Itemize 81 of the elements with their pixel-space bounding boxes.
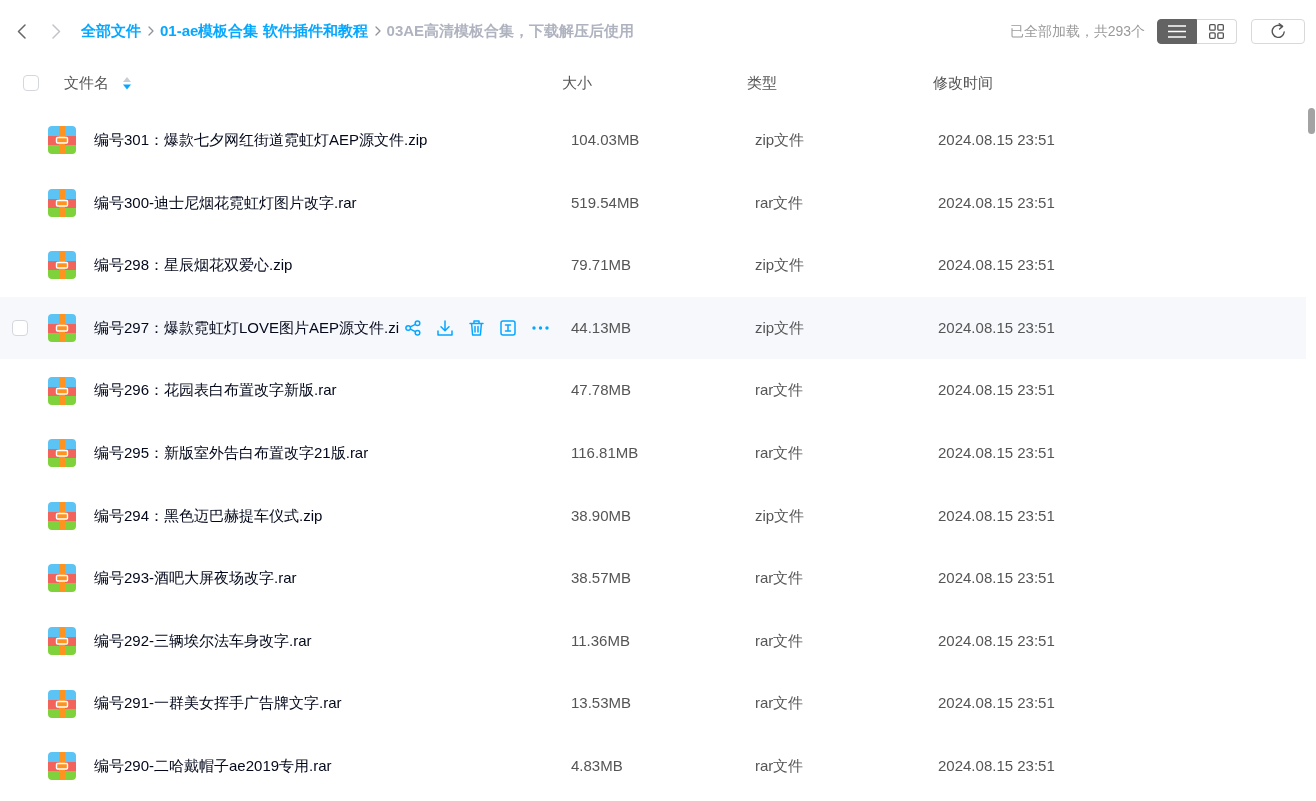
- refresh-button[interactable]: [1251, 18, 1305, 44]
- file-size: 519.54MB: [571, 193, 640, 211]
- archive-icon: [48, 314, 76, 343]
- file-type: rar文件: [755, 631, 804, 649]
- file-name[interactable]: 编号291-一群美女挥手广告牌文字.rar: [94, 692, 342, 715]
- modified-time: 2024.08.15 23:51: [938, 256, 1055, 274]
- file-name[interactable]: 编号290-二哈戴帽子ae2019专用.rar: [94, 755, 332, 778]
- file-type: rar文件: [755, 193, 804, 211]
- download-icon[interactable]: [437, 320, 454, 337]
- file-name[interactable]: 编号295：新版室外告白布置改字21版.rar: [94, 442, 369, 465]
- archive-icon: [48, 564, 76, 593]
- archive-icon: [48, 689, 76, 718]
- file-type: zip文件: [755, 506, 805, 524]
- file-name[interactable]: 编号298：星辰烟花双爱心.zip: [94, 254, 293, 277]
- column-header[interactable]: 类型: [747, 73, 777, 91]
- file-size: 104.03MB: [571, 131, 640, 149]
- file-name[interactable]: 编号296：花园表白布置改字新版.rar: [94, 379, 337, 402]
- modified-time: 2024.08.15 23:51: [938, 444, 1055, 461]
- row-checkbox[interactable]: [12, 320, 28, 337]
- file-size: 38.90MB: [571, 506, 632, 524]
- file-name[interactable]: 编号297：爆款霓虹灯LOVE图片AEP源文件.zi: [94, 316, 400, 340]
- file-size: 11.36MB: [571, 631, 630, 649]
- archive-icon: [48, 251, 76, 280]
- share-icon[interactable]: [405, 320, 422, 337]
- modified-time: 2024.08.15 23:51: [938, 131, 1055, 149]
- highlighted-row[interactable]: 编号297：爆款霓虹灯LOVE图片AEP源文件.zi 44.13MB zip文件 2024.08.15 23:51: [0, 296, 1306, 360]
- list-view-button[interactable]: [1157, 18, 1197, 44]
- modified-time: 2024.08.15 23:51: [938, 569, 1055, 587]
- file-name[interactable]: 编号293-酒吧大屏夜场改字.rar: [94, 567, 297, 590]
- file-name[interactable]: 编号301：爆款七夕网红街道霓虹灯AEP源文件.zip: [94, 129, 428, 152]
- chevron-right-icon: [148, 26, 154, 36]
- file-size: 13.53MB: [571, 694, 632, 712]
- more-icon[interactable]: [532, 326, 550, 331]
- file-type: zip文件: [755, 131, 805, 149]
- archive-icon: [48, 501, 76, 530]
- file-type: rar文件: [755, 381, 804, 399]
- file-name[interactable]: 编号300-迪士尼烟花霓虹灯图片改字.rar: [94, 191, 357, 215]
- list-icon: [1168, 24, 1186, 38]
- archive-icon: [48, 439, 76, 468]
- archive-icon: [48, 126, 76, 155]
- chevron-right-icon: [51, 23, 61, 39]
- file-name[interactable]: 编号292-三辆埃尔法车身改字.rar: [94, 629, 312, 653]
- file-type: zip文件: [755, 256, 805, 274]
- modified-time: 2024.08.15 23:51: [938, 694, 1055, 712]
- file-size: 4.83MB: [571, 757, 623, 774]
- text-box-icon[interactable]: [500, 320, 517, 337]
- chevron-left-icon: [16, 23, 26, 39]
- file-type: rar文件: [755, 569, 804, 587]
- column-header[interactable]: 大小: [562, 73, 592, 91]
- load-status: 已全部加载，共293个: [1009, 21, 1145, 41]
- column-header[interactable]: 修改时间: [933, 73, 993, 91]
- modified-time: 2024.08.15 23:51: [938, 506, 1055, 524]
- column-header[interactable]: 文件名: [64, 71, 109, 95]
- file-type: rar文件: [755, 757, 804, 774]
- select-all-checkbox[interactable]: [23, 75, 39, 91]
- file-size: 38.57MB: [571, 569, 632, 587]
- file-type: rar文件: [755, 694, 804, 712]
- file-type: zip文件: [755, 318, 805, 336]
- refresh-icon: [1270, 23, 1286, 39]
- modified-time: 2024.08.15 23:51: [938, 381, 1055, 399]
- chevron-right-icon: [374, 26, 381, 36]
- archive-icon: [48, 376, 76, 405]
- file-size: 44.13MB: [571, 318, 632, 336]
- file-name[interactable]: 编号294：黑色迈巴赫提车仪式.zip: [94, 504, 323, 528]
- modified-time: 2024.08.15 23:51: [938, 757, 1055, 774]
- grid-view-button[interactable]: [1197, 18, 1237, 44]
- file-size: 47.78MB: [571, 381, 632, 399]
- archive-icon: [48, 752, 76, 781]
- archive-icon: [48, 188, 76, 217]
- file-size: 116.81MB: [571, 444, 639, 461]
- file-type: rar文件: [755, 444, 804, 461]
- scrollbar-thumb[interactable]: [1308, 108, 1315, 134]
- breadcrumb-current: 03AE高清模板合集，下载解压后使用: [386, 20, 635, 41]
- archive-icon: [48, 627, 76, 656]
- file-size: 79.71MB: [571, 256, 632, 274]
- trash-icon[interactable]: [469, 320, 485, 337]
- grid-icon: [1209, 23, 1224, 39]
- modified-time: 2024.08.15 23:51: [938, 318, 1055, 336]
- sort-icon[interactable]: [123, 76, 131, 90]
- modified-time: 2024.08.15 23:51: [938, 631, 1055, 649]
- modified-time: 2024.08.15 23:51: [938, 193, 1055, 211]
